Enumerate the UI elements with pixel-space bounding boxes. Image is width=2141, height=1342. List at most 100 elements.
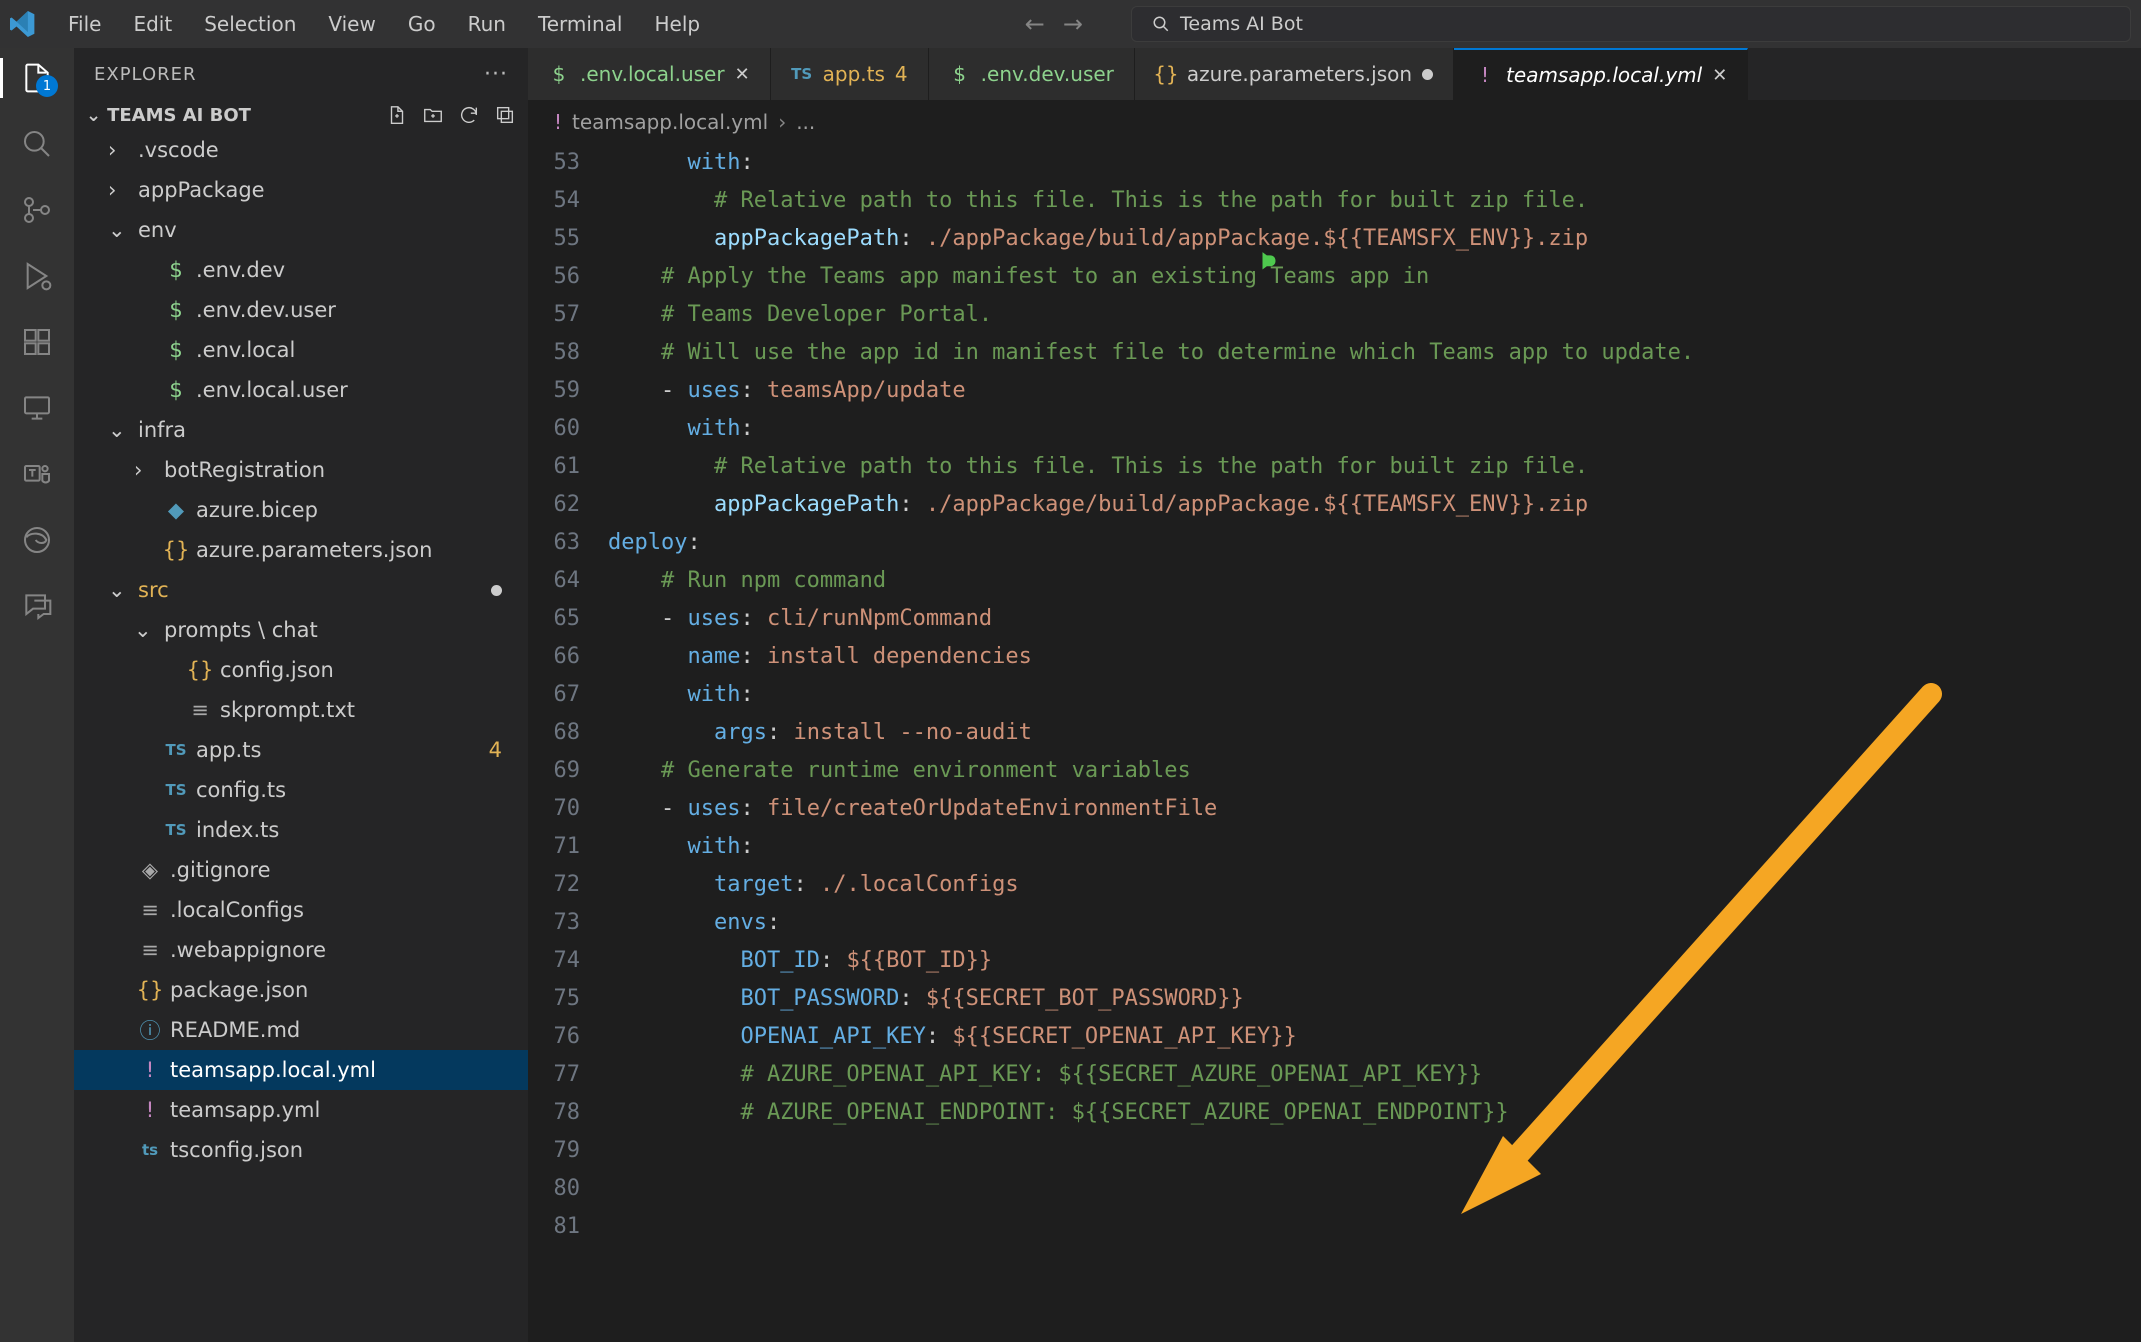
tree-item-label: package.json [170, 978, 308, 1002]
activity-debug[interactable] [17, 256, 57, 296]
menu-help[interactable]: Help [640, 8, 714, 40]
ts-icon: TS [164, 781, 188, 799]
sidebar-header: EXPLORER ··· [74, 48, 528, 100]
tab[interactable]: {}azure.parameters.json [1135, 48, 1454, 100]
tab[interactable]: !teamsapp.local.yml✕ [1454, 48, 1748, 100]
breadcrumb-rest: ... [796, 110, 815, 134]
file-tree: ›.vscode›appPackage⌄env$.env.dev$.env.de… [74, 130, 528, 1342]
menu-edit[interactable]: Edit [119, 8, 186, 40]
tree-item[interactable]: ›appPackage [74, 170, 528, 210]
tree-item[interactable]: {}config.json [74, 650, 528, 690]
lines-icon: ≡ [138, 898, 162, 922]
tree-item[interactable]: tstsconfig.json [74, 1130, 528, 1170]
lines-icon: ≡ [188, 698, 212, 722]
bang-icon: ! [138, 1058, 162, 1082]
chevron-down-icon: ⌄ [134, 618, 156, 642]
close-icon[interactable]: ✕ [1712, 65, 1727, 86]
tab[interactable]: TSapp.ts4 [771, 48, 929, 100]
tree-item[interactable]: {}azure.parameters.json [74, 530, 528, 570]
bang-icon: ! [1474, 63, 1496, 87]
tab[interactable]: $.env.dev.user [929, 48, 1135, 100]
tree-item[interactable]: {}package.json [74, 970, 528, 1010]
tree-item[interactable]: ⌄infra [74, 410, 528, 450]
tree-item[interactable]: TSindex.ts [74, 810, 528, 850]
activity-search[interactable] [17, 124, 57, 164]
activity-extensions[interactable] [17, 322, 57, 362]
tree-item[interactable]: ≡.localConfigs [74, 890, 528, 930]
folder-header[interactable]: ⌄ TEAMS AI BOT [74, 100, 528, 130]
activity-edge[interactable] [17, 520, 57, 560]
info-icon: ⓘ [138, 1015, 162, 1045]
tree-item[interactable]: ⓘREADME.md [74, 1010, 528, 1050]
tree-item-label: app.ts [196, 738, 261, 762]
tree-item-label: teamsapp.local.yml [170, 1058, 376, 1082]
tree-item[interactable]: ◈.gitignore [74, 850, 528, 890]
diamond-icon: ◈ [138, 858, 162, 882]
activity-teams[interactable] [17, 454, 57, 494]
dirty-dot-icon [491, 585, 502, 596]
tree-item[interactable]: ⌄env [74, 210, 528, 250]
new-file-icon[interactable] [386, 104, 408, 126]
activity-bar: 1 [0, 48, 74, 1342]
new-folder-icon[interactable] [422, 104, 444, 126]
menu-file[interactable]: File [54, 8, 115, 40]
lines-icon: ≡ [138, 938, 162, 962]
collapse-icon[interactable] [494, 104, 516, 126]
tree-item[interactable]: ›.vscode [74, 130, 528, 170]
tree-item[interactable]: $.env.dev.user [74, 290, 528, 330]
activity-explorer[interactable]: 1 [17, 58, 57, 98]
tree-item-label: .webappignore [170, 938, 326, 962]
tree-item-label: config.ts [196, 778, 286, 802]
code-editor[interactable]: 5354555657585960616263646566676869707172… [528, 144, 2141, 1342]
menu-selection[interactable]: Selection [190, 8, 310, 40]
tab-label: app.ts [823, 62, 885, 86]
sidebar-more-icon[interactable]: ··· [484, 62, 508, 87]
tree-item[interactable]: $.env.dev [74, 250, 528, 290]
refresh-icon[interactable] [458, 104, 480, 126]
line-gutter: 5354555657585960616263646566676869707172… [528, 144, 598, 1342]
tree-item-label: prompts \ chat [164, 618, 318, 642]
menu-view[interactable]: View [314, 8, 389, 40]
menu-go[interactable]: Go [394, 8, 450, 40]
chevron-down-icon: ⌄ [86, 105, 101, 126]
explorer-title: EXPLORER [94, 64, 197, 85]
breadcrumb[interactable]: ! teamsapp.local.yml › ... [528, 100, 2141, 144]
activity-comments[interactable] [17, 586, 57, 626]
title-bar: FileEditSelectionViewGoRunTerminalHelp ←… [0, 0, 2141, 48]
tree-item-label: .env.local.user [196, 378, 348, 402]
chevron-right-icon: › [108, 178, 130, 202]
tree-item[interactable]: ⌄ prompts \ chat [74, 610, 528, 650]
breadcrumb-sep: › [778, 110, 786, 134]
tree-item[interactable]: ! teamsapp.local.yml [74, 1050, 528, 1090]
menu-terminal[interactable]: Terminal [524, 8, 637, 40]
nav-forward-icon[interactable]: → [1063, 10, 1083, 38]
tree-item[interactable]: ›botRegistration [74, 450, 528, 490]
command-center[interactable]: Teams AI Bot [1131, 6, 2131, 42]
menu-run[interactable]: Run [454, 8, 520, 40]
tab-label: azure.parameters.json [1187, 62, 1412, 86]
tree-item[interactable]: ◆azure.bicep [74, 490, 528, 530]
tree-item[interactable]: TS config.ts [74, 770, 528, 810]
tab-badge: 4 [895, 62, 908, 86]
tree-item[interactable]: $.env.local [74, 330, 528, 370]
tree-item[interactable]: TSapp.ts4 [74, 730, 528, 770]
search-placeholder: Teams AI Bot [1180, 13, 1303, 35]
tab-label: .env.local.user [580, 62, 725, 86]
activity-remote[interactable] [17, 388, 57, 428]
activity-scm[interactable] [17, 190, 57, 230]
chevron-down-icon: ⌄ [108, 418, 130, 442]
close-icon[interactable]: ✕ [735, 64, 750, 85]
tab[interactable]: $.env.local.user✕ [528, 48, 771, 100]
vscode-logo-icon [10, 11, 36, 37]
chevron-right-icon: › [108, 138, 130, 162]
nav-back-icon[interactable]: ← [1025, 10, 1045, 38]
bicep-icon: ◆ [164, 498, 188, 522]
tree-item-label: azure.parameters.json [196, 538, 432, 562]
code-lines[interactable]: with: # Relative path to this file. This… [598, 144, 1694, 1342]
tree-item[interactable]: ≡ .webappignore [74, 930, 528, 970]
tree-item[interactable]: ⌄src [74, 570, 528, 610]
tree-item[interactable]: $.env.local.user [74, 370, 528, 410]
tree-item[interactable]: !teamsapp.yml [74, 1090, 528, 1130]
tree-item[interactable]: ≡ skprompt.txt [74, 690, 528, 730]
tree-item-label: skprompt.txt [220, 698, 355, 722]
